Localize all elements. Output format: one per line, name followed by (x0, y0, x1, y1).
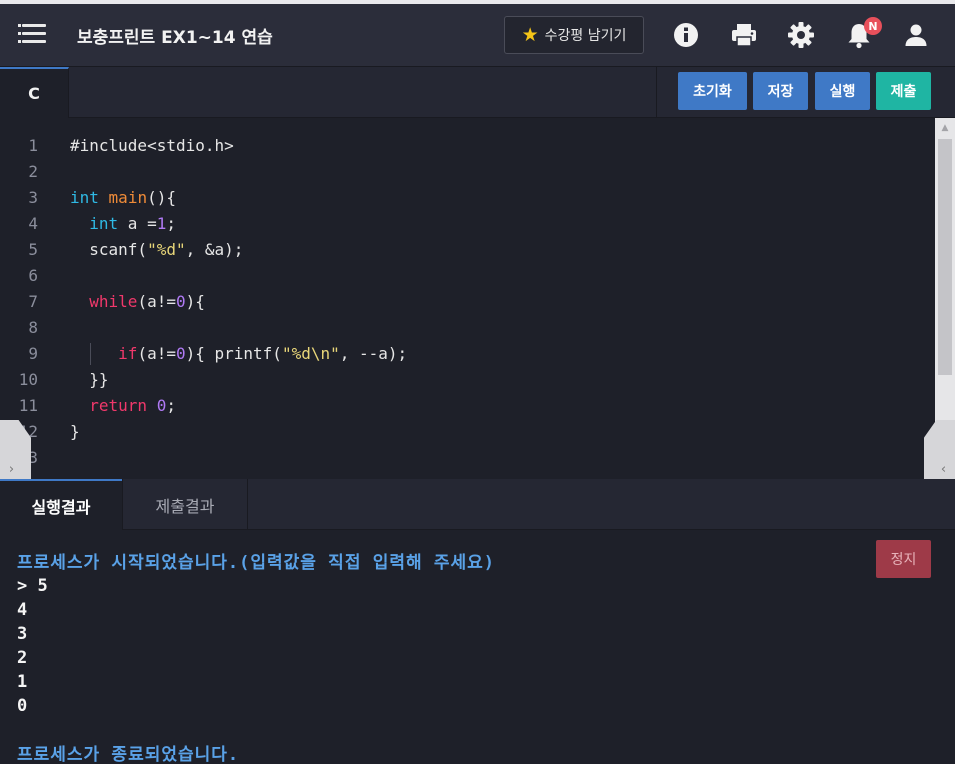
line-number: 1 (28, 136, 38, 155)
tab-language-c[interactable]: C (0, 67, 69, 118)
info-icon[interactable] (671, 20, 701, 50)
line-number: 8 (28, 318, 38, 337)
code-editor[interactable]: 12345678910111213 #include<stdio.h> int … (0, 118, 955, 479)
console-output-line: 4 (17, 600, 28, 620)
line-number: 7 (28, 292, 38, 311)
top-header: 보충프린트 EX1~14 연습 ★ 수강평 남기기 N (0, 0, 955, 67)
line-number: 5 (28, 240, 38, 259)
code-line: } (70, 422, 80, 441)
code-line: scanf("%d", &a); (70, 240, 244, 259)
editor-toolbar: C 초기화 저장 실행 제출 (0, 67, 955, 118)
console-start-message: 프로세스가 시작되었습니다.(입력값을 직접 입력해 주세요) (17, 553, 496, 573)
notification-badge: N (864, 17, 882, 35)
gear-icon[interactable] (786, 20, 816, 50)
code-line: }} (70, 370, 109, 389)
scroll-up-icon[interactable]: ▲ (935, 121, 955, 135)
line-number: 9 (28, 344, 38, 363)
code-line: int a =1; (89, 214, 176, 233)
line-number: 10 (18, 370, 38, 389)
run-button[interactable]: 실행 (815, 72, 870, 110)
review-button[interactable]: ★ 수강평 남기기 (504, 16, 644, 54)
scroll-thumb[interactable] (938, 139, 952, 375)
console-input-line: > 5 (17, 576, 48, 596)
line-number: 2 (28, 162, 38, 181)
console-output-line: 3 (17, 624, 28, 644)
console-output-line: 1 (17, 672, 28, 692)
star-icon: ★ (521, 23, 539, 46)
print-icon[interactable] (729, 20, 759, 50)
console-output-line: 2 (17, 648, 28, 668)
line-number: 6 (28, 266, 38, 285)
console-end-message: 프로세스가 종료되었습니다. (17, 745, 240, 764)
line-number: 11 (18, 396, 38, 415)
page-title: 보충프린트 EX1~14 연습 (77, 28, 273, 48)
console-output[interactable]: 프로세스가 시작되었습니다.(입력값을 직접 입력해 주세요) > 5 4 3 … (0, 530, 955, 764)
menu-icon[interactable] (18, 23, 50, 47)
toolbar-divider (656, 67, 657, 118)
chevron-right-icon: › (8, 461, 15, 477)
result-tabs: 실행결과 제출결과 (0, 479, 955, 530)
code-line: return 0; (89, 396, 176, 415)
code-line: if(a!=0){ printf("%d\n", --a); (70, 341, 407, 367)
user-icon[interactable] (901, 20, 931, 50)
indent-guide (90, 343, 91, 365)
code-line: #include<stdio.h> (70, 136, 234, 155)
code-line: int main(){ (70, 188, 176, 207)
line-number: 4 (28, 214, 38, 233)
save-button[interactable]: 저장 (753, 72, 808, 110)
tab-submit-result[interactable]: 제출결과 (122, 479, 248, 530)
reset-button[interactable]: 초기화 (678, 72, 747, 110)
stop-button[interactable]: 정지 (876, 540, 931, 578)
line-number: 3 (28, 188, 38, 207)
code-content[interactable]: #include<stdio.h> int main(){ int a =1; … (70, 133, 407, 471)
chevron-left-icon: ‹ (940, 461, 947, 477)
console-output-line: 0 (17, 696, 28, 716)
submit-button[interactable]: 제출 (876, 72, 931, 110)
review-button-label: 수강평 남기기 (544, 28, 627, 44)
code-line: while(a!=0){ (89, 292, 205, 311)
tab-run-result[interactable]: 실행결과 (0, 479, 122, 530)
